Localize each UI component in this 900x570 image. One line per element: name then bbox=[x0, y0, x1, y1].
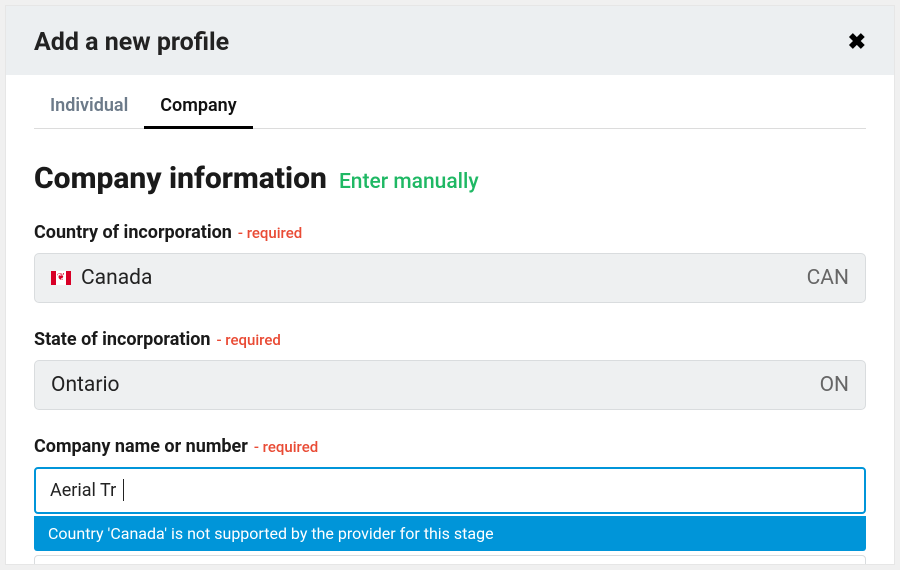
field-company-name: Company name or number - required Countr… bbox=[34, 436, 866, 565]
enter-manually-link[interactable]: Enter manually bbox=[339, 170, 479, 194]
required-tag: - required bbox=[216, 331, 280, 349]
country-select-left: ❦ Canada bbox=[51, 266, 152, 290]
field-company-label: Company name or number bbox=[34, 436, 248, 457]
modal-body: Individual Company Company information E… bbox=[6, 75, 894, 565]
field-state-label-row: State of incorporation - required bbox=[34, 329, 866, 350]
flag-canada-icon: ❦ bbox=[51, 271, 71, 285]
country-select[interactable]: ❦ Canada CAN bbox=[34, 253, 866, 303]
tabs: Individual Company bbox=[34, 85, 866, 129]
field-country-label: Country of incorporation bbox=[34, 222, 232, 243]
next-field-peek[interactable] bbox=[34, 555, 866, 565]
close-icon[interactable]: ✖ bbox=[848, 32, 866, 54]
company-input-wrap bbox=[34, 467, 866, 514]
modal-header: Add a new profile ✖ bbox=[6, 6, 894, 75]
required-tag: - required bbox=[238, 224, 302, 242]
field-country-label-row: Country of incorporation - required bbox=[34, 222, 866, 243]
state-value: Ontario bbox=[51, 373, 120, 397]
field-state-label: State of incorporation bbox=[34, 329, 210, 350]
country-value: Canada bbox=[81, 266, 152, 290]
state-select[interactable]: Ontario ON bbox=[34, 360, 866, 410]
country-code: CAN bbox=[807, 266, 849, 290]
field-company-label-row: Company name or number - required bbox=[34, 436, 866, 457]
required-tag: - required bbox=[254, 438, 318, 456]
tab-individual[interactable]: Individual bbox=[34, 85, 144, 128]
text-cursor bbox=[123, 479, 124, 501]
add-profile-modal: Add a new profile ✖ Individual Company C… bbox=[5, 5, 895, 565]
tab-company[interactable]: Company bbox=[144, 85, 252, 128]
field-state: State of incorporation - required Ontari… bbox=[34, 329, 866, 410]
section-title: Company information bbox=[34, 161, 327, 196]
state-select-left: Ontario bbox=[51, 373, 120, 397]
state-code: ON bbox=[820, 373, 849, 397]
section-heading: Company information Enter manually bbox=[34, 161, 866, 196]
field-country: Country of incorporation - required ❦ Ca… bbox=[34, 222, 866, 303]
autocomplete-notice[interactable]: Country 'Canada' is not supported by the… bbox=[34, 516, 866, 551]
modal-title: Add a new profile bbox=[34, 28, 229, 57]
company-name-input[interactable] bbox=[34, 467, 866, 514]
